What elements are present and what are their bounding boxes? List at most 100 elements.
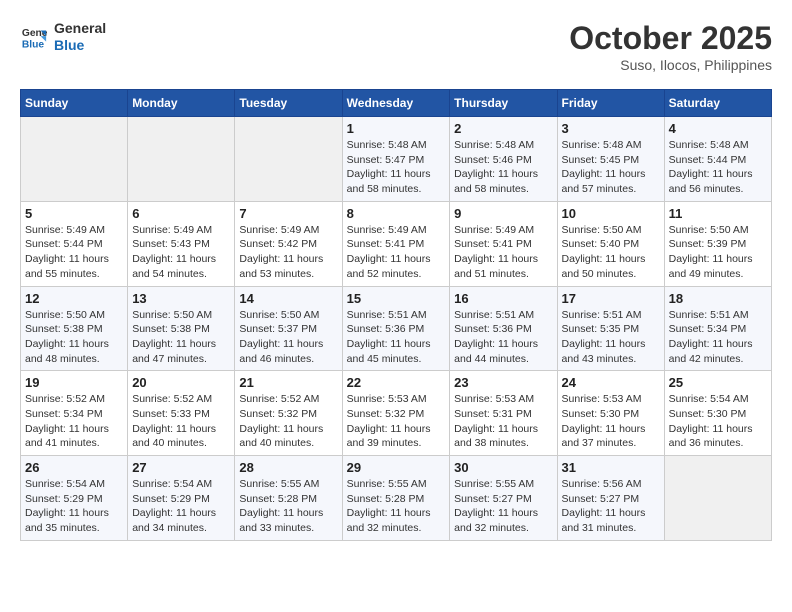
day-number: 22	[347, 375, 446, 390]
day-info: Sunrise: 5:50 AM Sunset: 5:40 PM Dayligh…	[562, 223, 660, 282]
calendar-week-row: 5Sunrise: 5:49 AM Sunset: 5:44 PM Daylig…	[21, 201, 772, 286]
calendar-cell: 15 Sunrise: 5:51 AM Sunset: 5:36 PM Dayli…	[342, 286, 450, 371]
logo-icon: General Blue	[20, 23, 48, 51]
weekday-header: Tuesday	[235, 90, 342, 117]
day-info: Sunrise: 5:50 AM Sunset: 5:39 PM Dayligh…	[669, 223, 767, 282]
calendar-cell: 6Sunrise: 5:49 AM Sunset: 5:43 PM Daylig…	[128, 201, 235, 286]
calendar-cell: 29Sunrise: 5:55 AM Sunset: 5:28 PM Dayli…	[342, 456, 450, 541]
calendar-cell: 30 Sunrise: 5:55 AM Sunset: 5:27 PM Dayli…	[450, 456, 557, 541]
day-info: Sunrise: 5:56 AM Sunset: 5:27 PM Dayligh…	[562, 477, 660, 536]
calendar-cell	[664, 456, 771, 541]
day-number: 10	[562, 206, 660, 221]
day-number: 21	[239, 375, 337, 390]
day-info: Sunrise: 5:51 AM Sunset: 5:34 PM Dayligh…	[669, 308, 767, 367]
calendar-cell	[128, 117, 235, 202]
calendar-cell: 5Sunrise: 5:49 AM Sunset: 5:44 PM Daylig…	[21, 201, 128, 286]
calendar-cell: 19 Sunrise: 5:52 AM Sunset: 5:34 PM Dayli…	[21, 371, 128, 456]
day-number: 9	[454, 206, 552, 221]
day-info: Sunrise: 5:53 AM Sunset: 5:31 PM Dayligh…	[454, 392, 552, 451]
calendar-cell: 20Sunrise: 5:52 AM Sunset: 5:33 PM Dayli…	[128, 371, 235, 456]
day-number: 11	[669, 206, 767, 221]
calendar-week-row: 26Sunrise: 5:54 AM Sunset: 5:29 PM Dayli…	[21, 456, 772, 541]
day-number: 20	[132, 375, 230, 390]
day-number: 3	[562, 121, 660, 136]
day-number: 2	[454, 121, 552, 136]
day-number: 16	[454, 291, 552, 306]
day-number: 31	[562, 460, 660, 475]
calendar-cell: 22 Sunrise: 5:53 AM Sunset: 5:32 PM Dayli…	[342, 371, 450, 456]
day-number: 30	[454, 460, 552, 475]
calendar-cell: 13 Sunrise: 5:50 AM Sunset: 5:38 PM Dayli…	[128, 286, 235, 371]
weekday-header: Wednesday	[342, 90, 450, 117]
calendar-week-row: 12 Sunrise: 5:50 AM Sunset: 5:38 PM Dayli…	[21, 286, 772, 371]
day-info: Sunrise: 5:55 AM Sunset: 5:27 PM Dayligh…	[454, 477, 552, 536]
day-info: Sunrise: 5:49 AM Sunset: 5:42 PM Dayligh…	[239, 223, 337, 282]
title-block: October 2025 Suso, Ilocos, Philippines	[569, 20, 772, 73]
day-number: 14	[239, 291, 337, 306]
day-info: Sunrise: 5:53 AM Sunset: 5:32 PM Dayligh…	[347, 392, 446, 451]
calendar-cell	[235, 117, 342, 202]
calendar-cell: 10 Sunrise: 5:50 AM Sunset: 5:40 PM Dayli…	[557, 201, 664, 286]
calendar-cell: 8Sunrise: 5:49 AM Sunset: 5:41 PM Daylig…	[342, 201, 450, 286]
day-info: Sunrise: 5:52 AM Sunset: 5:32 PM Dayligh…	[239, 392, 337, 451]
day-info: Sunrise: 5:48 AM Sunset: 5:47 PM Dayligh…	[347, 138, 446, 197]
day-number: 13	[132, 291, 230, 306]
day-number: 19	[25, 375, 123, 390]
day-number: 27	[132, 460, 230, 475]
calendar-cell: 2 Sunrise: 5:48 AM Sunset: 5:46 PM Daylig…	[450, 117, 557, 202]
day-number: 4	[669, 121, 767, 136]
day-number: 25	[669, 375, 767, 390]
day-number: 1	[347, 121, 446, 136]
day-info: Sunrise: 5:48 AM Sunset: 5:45 PM Dayligh…	[562, 138, 660, 197]
day-number: 15	[347, 291, 446, 306]
logo-blue: Blue	[54, 37, 106, 54]
calendar-header: SundayMondayTuesdayWednesdayThursdayFrid…	[21, 90, 772, 117]
day-number: 24	[562, 375, 660, 390]
day-number: 7	[239, 206, 337, 221]
day-info: Sunrise: 5:49 AM Sunset: 5:41 PM Dayligh…	[454, 223, 552, 282]
calendar-cell: 12Sunrise: 5:50 AM Sunset: 5:38 PM Dayli…	[21, 286, 128, 371]
calendar-cell	[21, 117, 128, 202]
day-info: Sunrise: 5:51 AM Sunset: 5:36 PM Dayligh…	[454, 308, 552, 367]
calendar-cell: 26Sunrise: 5:54 AM Sunset: 5:29 PM Dayli…	[21, 456, 128, 541]
day-info: Sunrise: 5:55 AM Sunset: 5:28 PM Dayligh…	[347, 477, 446, 536]
calendar-cell: 14Sunrise: 5:50 AM Sunset: 5:37 PM Dayli…	[235, 286, 342, 371]
calendar-cell: 31 Sunrise: 5:56 AM Sunset: 5:27 PM Dayli…	[557, 456, 664, 541]
day-info: Sunrise: 5:54 AM Sunset: 5:29 PM Dayligh…	[132, 477, 230, 536]
calendar-cell: 17Sunrise: 5:51 AM Sunset: 5:35 PM Dayli…	[557, 286, 664, 371]
weekday-header-row: SundayMondayTuesdayWednesdayThursdayFrid…	[21, 90, 772, 117]
svg-text:Blue: Blue	[22, 39, 45, 50]
day-info: Sunrise: 5:55 AM Sunset: 5:28 PM Dayligh…	[239, 477, 337, 536]
calendar-cell: 3 Sunrise: 5:48 AM Sunset: 5:45 PM Daylig…	[557, 117, 664, 202]
calendar-table: SundayMondayTuesdayWednesdayThursdayFrid…	[20, 89, 772, 541]
day-number: 5	[25, 206, 123, 221]
logo-general: General	[54, 20, 106, 37]
day-info: Sunrise: 5:54 AM Sunset: 5:30 PM Dayligh…	[669, 392, 767, 451]
day-number: 12	[25, 291, 123, 306]
calendar-cell: 24Sunrise: 5:53 AM Sunset: 5:30 PM Dayli…	[557, 371, 664, 456]
location: Suso, Ilocos, Philippines	[569, 57, 772, 73]
day-info: Sunrise: 5:48 AM Sunset: 5:46 PM Dayligh…	[454, 138, 552, 197]
calendar-cell: 23Sunrise: 5:53 AM Sunset: 5:31 PM Dayli…	[450, 371, 557, 456]
logo: General Blue General Blue	[20, 20, 106, 54]
day-info: Sunrise: 5:52 AM Sunset: 5:34 PM Dayligh…	[25, 392, 123, 451]
calendar-cell: 7 Sunrise: 5:49 AM Sunset: 5:42 PM Daylig…	[235, 201, 342, 286]
weekday-header: Sunday	[21, 90, 128, 117]
calendar-cell: 1 Sunrise: 5:48 AM Sunset: 5:47 PM Daylig…	[342, 117, 450, 202]
day-number: 8	[347, 206, 446, 221]
calendar-cell: 27 Sunrise: 5:54 AM Sunset: 5:29 PM Dayli…	[128, 456, 235, 541]
page-header: General Blue General Blue October 2025 S…	[20, 20, 772, 73]
calendar-cell: 25 Sunrise: 5:54 AM Sunset: 5:30 PM Dayli…	[664, 371, 771, 456]
day-info: Sunrise: 5:51 AM Sunset: 5:36 PM Dayligh…	[347, 308, 446, 367]
calendar-cell: 18Sunrise: 5:51 AM Sunset: 5:34 PM Dayli…	[664, 286, 771, 371]
day-info: Sunrise: 5:50 AM Sunset: 5:38 PM Dayligh…	[132, 308, 230, 367]
day-info: Sunrise: 5:49 AM Sunset: 5:43 PM Dayligh…	[132, 223, 230, 282]
weekday-header: Saturday	[664, 90, 771, 117]
weekday-header: Thursday	[450, 90, 557, 117]
calendar-week-row: 19 Sunrise: 5:52 AM Sunset: 5:34 PM Dayli…	[21, 371, 772, 456]
calendar-week-row: 1 Sunrise: 5:48 AM Sunset: 5:47 PM Daylig…	[21, 117, 772, 202]
calendar-body: 1 Sunrise: 5:48 AM Sunset: 5:47 PM Daylig…	[21, 117, 772, 541]
weekday-header: Friday	[557, 90, 664, 117]
calendar-cell: 4Sunrise: 5:48 AM Sunset: 5:44 PM Daylig…	[664, 117, 771, 202]
calendar-cell: 28Sunrise: 5:55 AM Sunset: 5:28 PM Dayli…	[235, 456, 342, 541]
